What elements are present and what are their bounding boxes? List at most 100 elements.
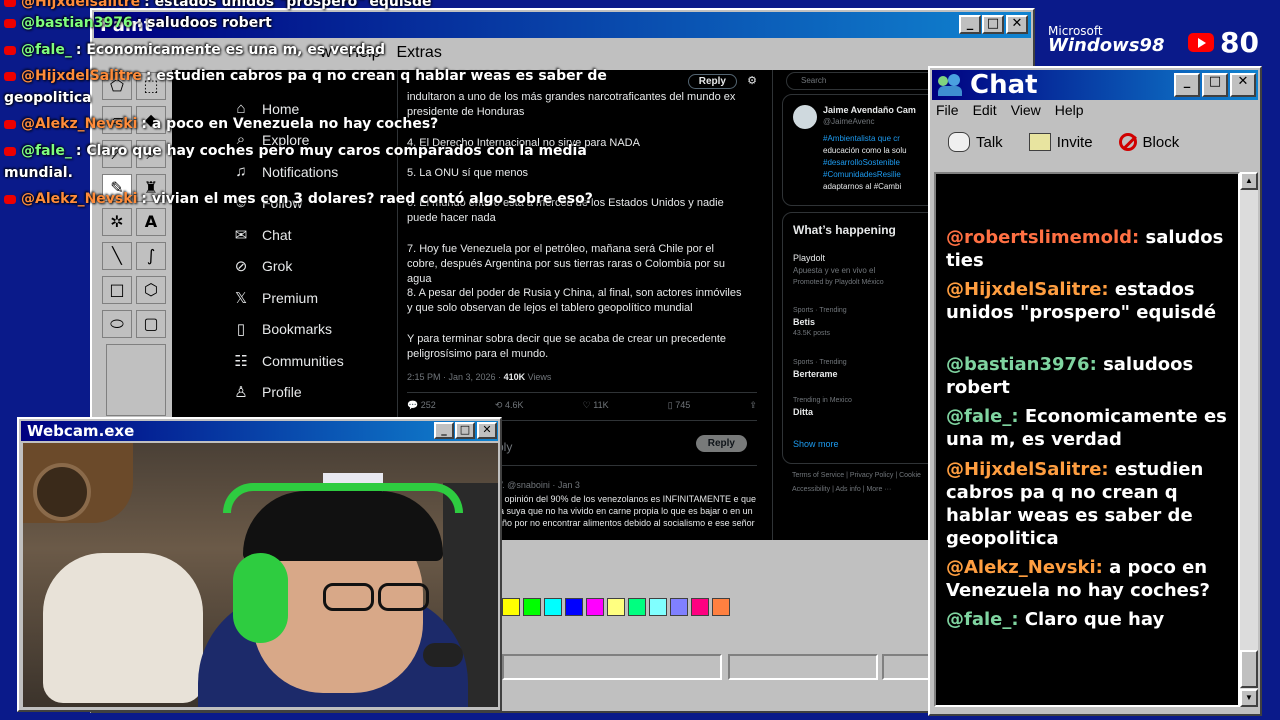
trend-context: Sports · Trending (793, 359, 847, 366)
scroll-up-icon[interactable]: ▲ (1240, 172, 1258, 190)
overlay-message: @bastian3976: saludoos robert (4, 15, 272, 31)
youtube-icon (1188, 33, 1214, 52)
invite-button[interactable]: Invite (1028, 133, 1093, 151)
scroll-thumb[interactable] (1240, 650, 1258, 688)
menu-file[interactable]: File (936, 102, 959, 118)
headphones-band (223, 483, 463, 513)
overlay-message: mundial. (4, 165, 73, 181)
airbrush-icon[interactable]: ✲ (102, 208, 132, 236)
headphone-earcup (233, 553, 288, 643)
webcam-minimize-button[interactable]: _ (434, 422, 454, 439)
ad-name[interactable]: Playdolt (793, 253, 825, 263)
reply-action[interactable]: 💬 252 (407, 400, 436, 411)
nav-profile[interactable]: ♙ Profile (232, 383, 301, 401)
nav-communities[interactable]: ☷ Communities (232, 352, 343, 370)
bookmark-action[interactable]: ▯ 745 (668, 400, 690, 411)
polygon-icon[interactable]: ⬡ (136, 276, 166, 304)
overlay-message: geopolitica (4, 90, 92, 106)
webcam-maximize-button[interactable]: □ (455, 422, 475, 439)
menu-extras[interactable]: Extras (388, 42, 449, 66)
nav-premium[interactable]: 𝕏 Premium (232, 289, 318, 307)
color-swatch[interactable] (649, 598, 667, 616)
nav-grok[interactable]: ⊘ Grok (232, 257, 293, 275)
overlay-username: @Alekz_Nevski (21, 116, 138, 132)
color-swatch[interactable] (628, 598, 646, 616)
trend-item[interactable]: Sports · Trending Berterame (793, 359, 847, 379)
color-swatch[interactable] (565, 598, 583, 616)
youtube-icon (4, 18, 16, 28)
overlay-message: @fale_: Economicamente es una m, es verd… (4, 42, 385, 58)
color-swatch[interactable] (586, 598, 604, 616)
chat-minimize-button[interactable]: _ (1174, 73, 1200, 97)
overlay-text: : a poco en Venezuela no hay coches? (141, 116, 439, 132)
chat-username: @bastian3976: (946, 354, 1097, 375)
color-swatch[interactable] (691, 598, 709, 616)
ellipse-icon[interactable]: ⬭ (102, 310, 132, 338)
text-tool-icon[interactable]: A (136, 208, 166, 236)
top-reply-button[interactable]: Reply (687, 74, 737, 89)
settings-icon[interactable]: ⚙ (747, 74, 757, 87)
chat-icon: ✉ (234, 227, 248, 244)
menu-view[interactable]: View (1011, 102, 1041, 118)
webcam-titlebar[interactable]: Webcam.exe (21, 421, 498, 441)
tweet-time: 2:15 PM · Jan 3, 2026 · (407, 372, 504, 382)
like-action[interactable]: ♡ 11K (583, 400, 609, 411)
webcam-close-button[interactable]: ✕ (477, 422, 497, 439)
bookmark-count: 745 (675, 400, 691, 410)
reply-tweet-text: a opinión del 90% de los venezolanos es … (497, 494, 756, 528)
chat-close-button[interactable]: ✕ (1230, 73, 1256, 97)
repost-action[interactable]: ⟲ 4.6K (495, 400, 524, 411)
trend-count: 43.5K posts (793, 330, 830, 337)
footer-links[interactable]: Accessibility | Ads info | More ··· (792, 486, 891, 493)
color-swatch[interactable] (544, 598, 562, 616)
chat-log[interactable]: @robertslimemold: saludos ties @HijxdelS… (934, 172, 1240, 707)
trend-item[interactable]: Trending in Mexico Ditta (793, 397, 852, 417)
paint-maximize-button[interactable]: □ (982, 15, 1004, 34)
overlay-text: : estados unidos "prospero" equisdé (144, 0, 432, 10)
nav-bookmarks[interactable]: ▯ Bookmarks (232, 320, 332, 338)
bio-line: educación como la solu (823, 146, 907, 155)
tool-options-box[interactable] (106, 344, 166, 416)
show-more-link[interactable]: Show more (793, 439, 839, 449)
chat-scrollbar[interactable]: ▲ ▼ (1240, 172, 1258, 707)
reply-submit-button[interactable]: Reply (695, 435, 747, 452)
whats-happening-title: What’s happening (793, 223, 896, 237)
color-swatch[interactable] (523, 598, 541, 616)
rectangle-icon[interactable]: □ (102, 276, 132, 304)
footer-links[interactable]: Terms of Service | Privacy Policy | Cook… (792, 472, 921, 479)
curve-icon[interactable]: ∫ (136, 242, 166, 270)
chat-maximize-button[interactable]: □ (1202, 73, 1228, 97)
menu-help[interactable]: Help (1055, 102, 1084, 118)
paint-minimize-button[interactable]: _ (959, 15, 981, 34)
nav-home[interactable]: ⌂ Home (232, 100, 299, 117)
chair (43, 553, 203, 703)
chat-username: @HijxdelSalitre: (946, 459, 1109, 480)
share-icon[interactable]: ⇪ (749, 400, 757, 411)
bio-line: #desarrolloSostenible (823, 158, 900, 167)
block-button[interactable]: Block (1118, 133, 1179, 151)
scroll-down-icon[interactable]: ▼ (1240, 689, 1258, 707)
talk-button[interactable]: Talk (948, 132, 1003, 152)
color-swatch[interactable] (502, 598, 520, 616)
chat-menubar: File Edit View Help (936, 102, 1084, 118)
line-icon[interactable]: ╲ (102, 242, 132, 270)
trend-item[interactable]: Sports · Trending Betis 43.5K posts (793, 307, 847, 337)
nav-notifications[interactable]: ♫ Notifications (232, 163, 338, 180)
overlay-username: @fale_ (21, 143, 72, 159)
rounded-rect-icon[interactable]: ▢ (136, 310, 166, 338)
color-swatch[interactable] (670, 598, 688, 616)
invite-icon (1028, 133, 1051, 151)
block-icon (1118, 133, 1137, 151)
paint-close-button[interactable]: ✕ (1006, 15, 1028, 34)
webcam-feed (23, 443, 498, 707)
menu-edit[interactable]: Edit (973, 102, 997, 118)
webcam-title: Webcam.exe (27, 422, 135, 440)
tweet-views-label: Views (525, 372, 552, 382)
tweet-paragraph: 7. Hoy fue Venezuela por el petróleo, ma… (407, 243, 725, 285)
chat-username: @fale_: (946, 406, 1019, 427)
nav-chat[interactable]: ✉ Chat (232, 226, 292, 244)
color-swatch[interactable] (607, 598, 625, 616)
glasses (378, 583, 429, 611)
overlay-text: geopolitica (4, 90, 92, 106)
color-swatch[interactable] (712, 598, 730, 616)
